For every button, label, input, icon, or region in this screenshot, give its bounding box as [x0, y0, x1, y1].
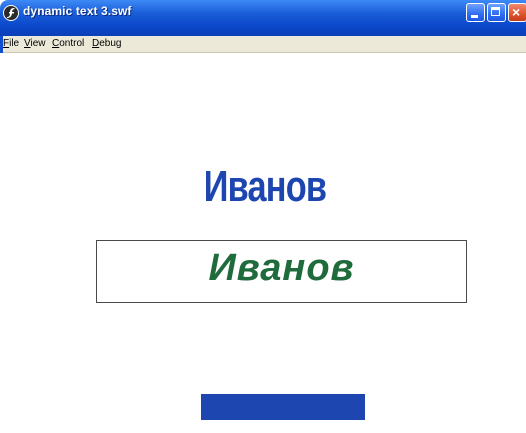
menu-control[interactable]: Control [52, 38, 84, 49]
window-title: dynamic text 3.swf [23, 4, 132, 18]
menu-file[interactable]: File [3, 38, 19, 49]
menu-debug-label: ebug [99, 38, 122, 49]
menu-view[interactable]: View [24, 38, 46, 49]
title-bar[interactable]: dynamic text 3.swf × [0, 0, 526, 36]
minimize-icon [471, 15, 478, 18]
maximize-icon [491, 7, 500, 16]
close-button[interactable]: × [508, 3, 526, 22]
blue-bar-shape[interactable] [201, 394, 365, 420]
dynamic-name-text: Иванов [208, 247, 355, 289]
menu-bar: File View Control Debug [0, 36, 526, 53]
menu-file-label: ile [9, 38, 20, 49]
menu-view-label: iew [30, 38, 46, 49]
close-icon: × [512, 4, 521, 20]
menu-debug[interactable]: Debug [92, 38, 121, 49]
swf-stage: Иванов Иванов [0, 53, 526, 433]
dynamic-text-field[interactable]: Иванов [96, 240, 467, 303]
static-name-text: Иванов [203, 162, 327, 211]
menu-control-label: ontrol [59, 38, 85, 49]
maximize-button[interactable] [487, 3, 506, 22]
flash-glyph-icon [7, 8, 15, 18]
minimize-button[interactable] [466, 3, 485, 22]
flash-player-window: dynamic text 3.swf × File View Control D… [0, 0, 526, 433]
flash-player-icon[interactable] [3, 5, 19, 21]
